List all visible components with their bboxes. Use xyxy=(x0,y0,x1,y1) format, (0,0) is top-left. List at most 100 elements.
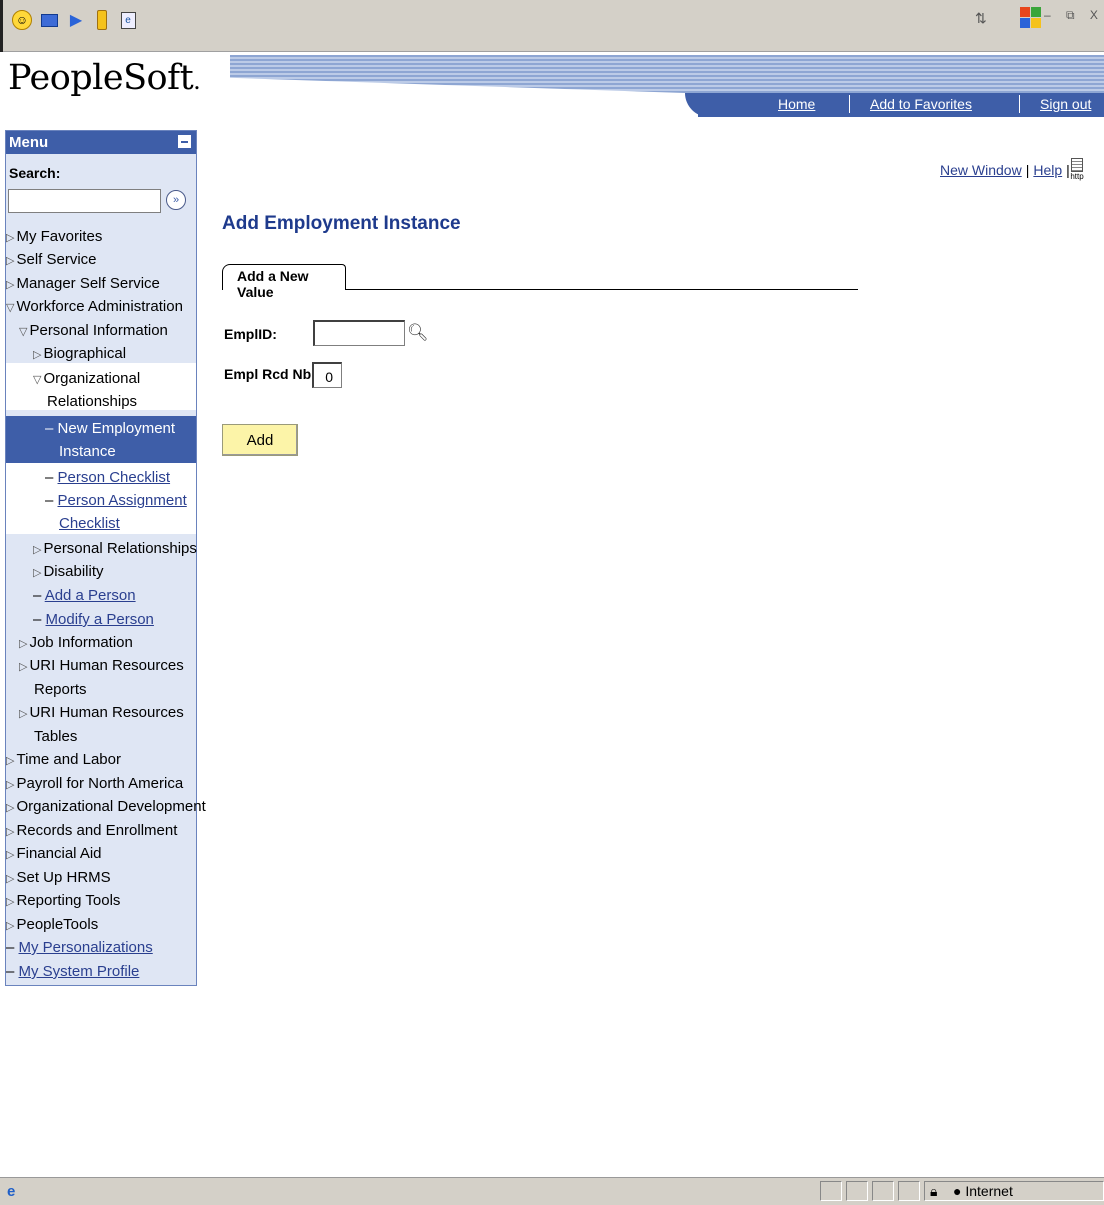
menu-item-modify-a-person[interactable]: – Modify a Person xyxy=(33,608,154,631)
menu-item-workforce-administration[interactable]: ▽ Workforce Administration xyxy=(6,295,183,320)
menu-item-biographical[interactable]: ▷ Biographical xyxy=(33,342,126,367)
menu-item-self-service[interactable]: ▷ Self Service xyxy=(6,248,97,273)
browser-toolbar: ☺ ▶ e ⇅ – ⧉ X xyxy=(0,0,1104,52)
menu-item-uri-hr-tables-line2: Tables xyxy=(34,728,78,745)
expand-triangle-icon: ▷ xyxy=(6,896,15,908)
nav-separator xyxy=(849,95,850,113)
menu-item-time-and-labor[interactable]: ▷ Time and Labor xyxy=(6,748,121,773)
menu-item-my-personalizations[interactable]: – My Personalizations xyxy=(6,936,153,959)
expand-triangle-icon: ▷ xyxy=(6,232,15,244)
menu-item-person-assignment-checklist-line2[interactable]: Checklist xyxy=(59,512,120,535)
browser-status-bar: e 🔒︎ ● Internet xyxy=(0,1177,1104,1205)
ie-status-icon: e xyxy=(7,1183,16,1200)
browser-window: ☺ ▶ e ⇅ – ⧉ X PeopleSoft. Home Add to Fa… xyxy=(0,0,1104,1205)
peoplesoft-logo: PeopleSoft. xyxy=(8,58,201,98)
menu-header: Menu xyxy=(6,131,196,154)
menu-item-personal-relationships[interactable]: ▷ Personal Relationships xyxy=(33,537,197,562)
status-pane xyxy=(872,1181,894,1201)
internet-zone: ● Internet xyxy=(953,1183,1013,1199)
menu-item-uri-hr-reports-line2: Reports xyxy=(34,681,87,698)
menu-item-my-favorites[interactable]: ▷ My Favorites xyxy=(6,225,102,250)
menu-title: Menu xyxy=(9,134,49,151)
add-to-favorites-link[interactable]: Add to Favorites xyxy=(870,96,972,112)
menu-item-person-assignment-checklist[interactable]: – Person Assignment xyxy=(45,489,187,512)
menu-item-my-system-profile[interactable]: – My System Profile xyxy=(6,960,139,983)
menu-item-new-employment-instance-line2: Instance xyxy=(59,443,116,460)
expand-triangle-icon: ▷ xyxy=(6,255,15,267)
pencil-icon[interactable] xyxy=(92,10,112,30)
monitor-icon[interactable] xyxy=(39,10,59,30)
menu-item-organizational-relationships-line2: Relationships xyxy=(47,393,138,410)
add-button[interactable]: Add xyxy=(222,424,298,456)
expand-triangle-icon: ▷ xyxy=(19,661,28,673)
smiley-icon[interactable]: ☺ xyxy=(12,10,32,30)
menu-item-set-up-hrms[interactable]: ▷ Set Up HRMS xyxy=(6,866,111,891)
expand-triangle-icon: ▷ xyxy=(19,638,28,650)
status-pane xyxy=(898,1181,920,1201)
menu-item-peopletools[interactable]: ▷ PeopleTools xyxy=(6,913,98,938)
search-go-icon[interactable]: » xyxy=(166,190,186,210)
nav-separator xyxy=(1019,95,1020,113)
empl-rcd-nbr-input[interactable] xyxy=(312,362,342,388)
menu-item-new-employment-instance[interactable]: – New Employment xyxy=(45,417,175,440)
expand-triangle-icon: ▷ xyxy=(33,349,42,361)
collapse-triangle-icon: ▽ xyxy=(33,374,42,386)
menu-item-manager-self-service[interactable]: ▷ Manager Self Service xyxy=(6,272,160,297)
menu-item-records-and-enrollment[interactable]: ▷ Records and Enrollment xyxy=(6,819,177,844)
dash: – xyxy=(45,420,58,437)
expand-triangle-icon: ▷ xyxy=(6,802,15,814)
window-controls[interactable]: – ⧉ X xyxy=(1044,8,1104,23)
tab-add-new-value[interactable]: Add a New Value xyxy=(222,264,346,300)
expand-triangle-icon: ▷ xyxy=(33,544,42,556)
menu-item-uri-hr-reports[interactable]: ▷ URI Human Resources xyxy=(19,654,184,679)
expand-triangle-icon: ▷ xyxy=(19,708,28,720)
http-link-icon[interactable]: http xyxy=(1068,158,1086,182)
status-zone-pane xyxy=(924,1181,1104,1201)
expand-triangle-icon: ▷ xyxy=(6,849,15,861)
window-edge xyxy=(0,0,3,52)
ie-page-icon[interactable]: e xyxy=(118,10,138,30)
emplid-input[interactable] xyxy=(313,320,405,346)
expand-triangle-icon: ▷ xyxy=(6,873,15,885)
expand-triangle-icon: ▷ xyxy=(6,279,15,291)
menu-item-disability[interactable]: ▷ Disability xyxy=(33,560,103,585)
menu-item-organizational-development[interactable]: ▷ Organizational Development xyxy=(6,795,206,820)
home-link[interactable]: Home xyxy=(778,96,815,112)
header-banner xyxy=(230,55,1104,119)
search-label: Search: xyxy=(9,165,61,181)
sync-icon[interactable]: ⇅ xyxy=(975,10,987,27)
globe-icon: ● xyxy=(953,1183,966,1199)
arrow-icon[interactable]: ▶ xyxy=(66,10,86,30)
menu-search-input[interactable] xyxy=(8,189,161,213)
tab-underline xyxy=(346,289,858,290)
windows-logo-icon xyxy=(1018,5,1044,33)
lock-icon: 🔒︎ xyxy=(930,1183,938,1199)
menu-item-job-information[interactable]: ▷ Job Information xyxy=(19,631,133,656)
empl-rcd-nbr-label: Empl Rcd Nbr: xyxy=(224,366,322,382)
menu-item-add-a-person[interactable]: – Add a Person xyxy=(33,584,136,607)
status-pane xyxy=(820,1181,842,1201)
page-title: Add Employment Instance xyxy=(222,213,461,234)
menu-item-financial-aid[interactable]: ▷ Financial Aid xyxy=(6,842,102,867)
expand-triangle-icon: ▷ xyxy=(6,826,15,838)
menu-item-payroll[interactable]: ▷ Payroll for North America xyxy=(6,772,183,797)
menu-item-person-checklist[interactable]: – Person Checklist xyxy=(45,466,170,489)
collapse-menu-icon[interactable] xyxy=(178,135,191,148)
menu-sidebar: Menu Search: » ▷ My Favorites ▷ Self Servi… xyxy=(5,130,206,986)
help-link[interactable]: Help xyxy=(1033,162,1062,178)
expand-triangle-icon: ▷ xyxy=(33,567,42,579)
menu-item-organizational-relationships[interactable]: ▽ Organizational xyxy=(33,367,140,392)
lookup-magnifier-icon[interactable]: 🔍︎ xyxy=(407,323,429,343)
menu-item-personal-information[interactable]: ▽ Personal Information xyxy=(19,319,168,344)
expand-triangle-icon: ▷ xyxy=(6,755,15,767)
menu-item-uri-hr-tables[interactable]: ▷ URI Human Resources xyxy=(19,701,184,726)
status-pane xyxy=(846,1181,868,1201)
sign-out-link[interactable]: Sign out xyxy=(1040,96,1091,112)
collapse-triangle-icon: ▽ xyxy=(19,326,28,338)
banner-stripes xyxy=(230,55,1104,93)
menu-item-reporting-tools[interactable]: ▷ Reporting Tools xyxy=(6,889,120,914)
collapse-triangle-icon: ▽ xyxy=(6,302,15,314)
page-utility-links: New Window | Help | xyxy=(940,162,1070,178)
emplid-label: EmplID: xyxy=(224,326,277,342)
new-window-link[interactable]: New Window xyxy=(940,162,1022,178)
